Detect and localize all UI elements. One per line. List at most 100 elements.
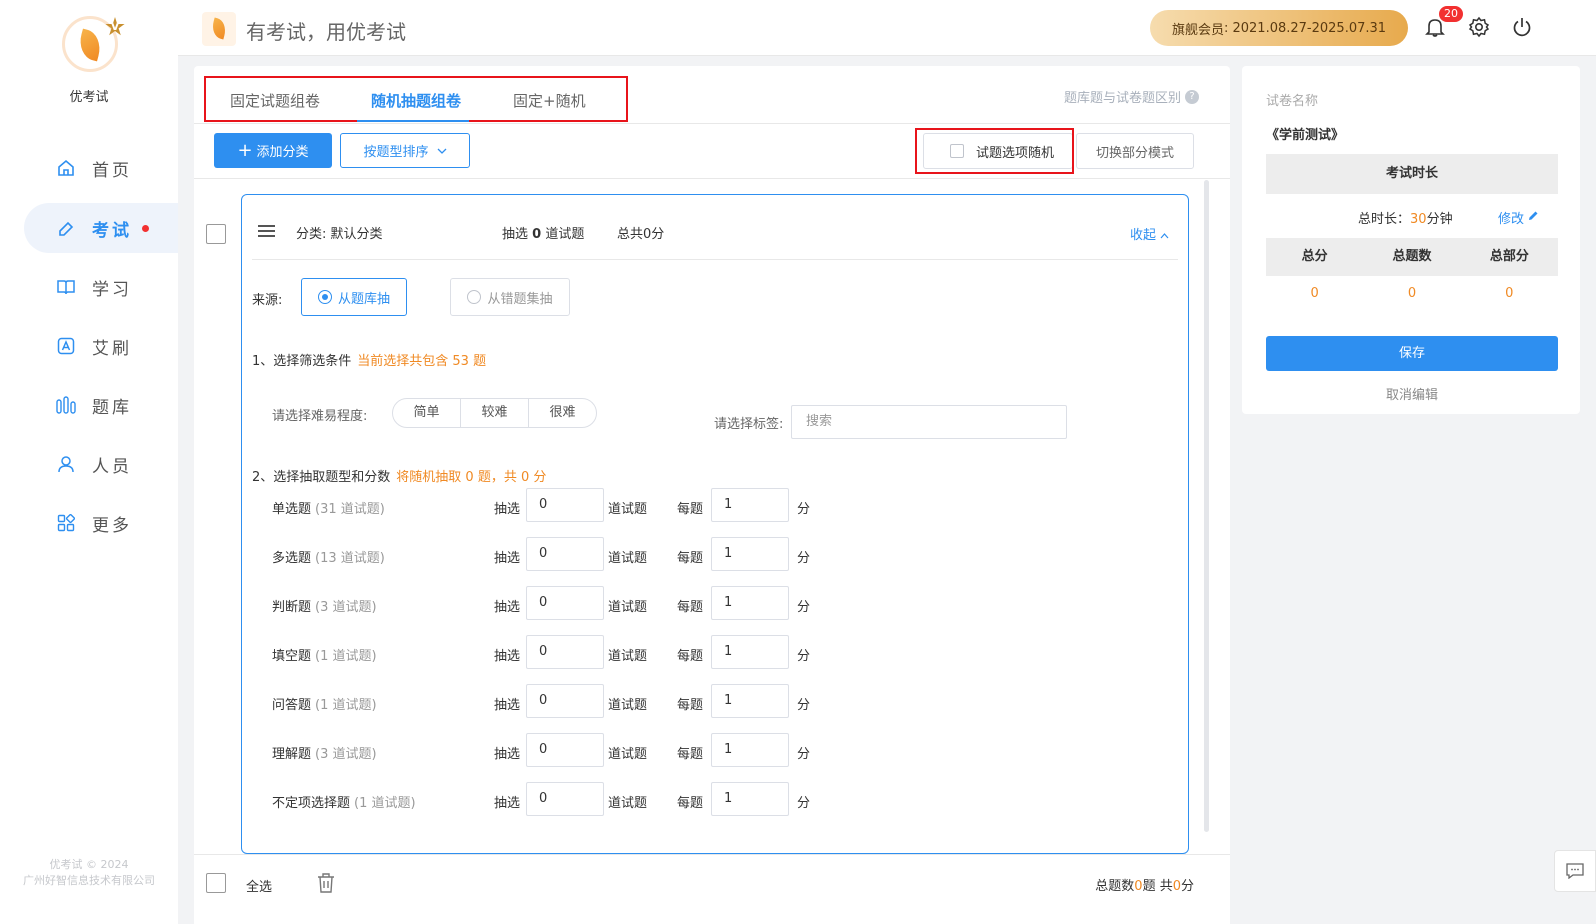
sidebar-item-exam[interactable]: 考试 [24, 203, 178, 253]
question-type-label: 填空题 [272, 649, 312, 664]
pick-count-input[interactable]: 0 [526, 635, 604, 669]
question-type-label: 问答题 [272, 698, 312, 713]
total-count: 0 [1134, 879, 1143, 894]
per-question-label: 每题 [677, 698, 704, 713]
tab-mixed[interactable]: 固定+随机 [513, 90, 586, 111]
trash-icon[interactable] [316, 872, 336, 894]
question-type-label: 不定项选择题 [272, 796, 351, 811]
brand-logo[interactable]: V [62, 16, 125, 72]
drag-handle-icon[interactable] [258, 225, 275, 237]
pick-unit-label: 道试题 [608, 502, 648, 517]
a-icon [56, 336, 76, 356]
sidebar-item-question-bank[interactable]: 题库 [24, 380, 178, 430]
duration-minutes: 30 [1410, 212, 1427, 227]
book-icon [56, 277, 76, 297]
scrollbar[interactable] [1204, 180, 1209, 832]
copyright-line: 优考试 © 2024 [49, 858, 129, 871]
sidebar-item-label: 人员 [92, 456, 132, 477]
category-label: 分类: 默认分类 [296, 223, 383, 242]
pick-label: 抽选 [494, 600, 521, 615]
tab-fixed[interactable]: 固定试题组卷 [230, 90, 320, 111]
sort-by-type-dropdown[interactable]: 按题型排序 [340, 133, 470, 168]
paper-name-label: 试卷名称 [1266, 94, 1319, 109]
company-name: 广州好智信息技术有限公司 [23, 874, 155, 887]
radio-checked-icon [317, 290, 332, 304]
duration-unit: 分钟 [1426, 212, 1453, 227]
pick-label: 抽选 [494, 796, 521, 811]
collapse-label: 收起 [1130, 228, 1157, 243]
gear-icon[interactable] [1468, 16, 1492, 40]
score-unit-label: 分 [797, 796, 811, 811]
score-unit-label: 分 [797, 600, 811, 615]
tag-search-input[interactable]: 搜索 [791, 405, 1067, 439]
stats-values: 0 0 0 [1266, 286, 1558, 310]
source-wrong-radio[interactable]: 从错题集抽 [450, 278, 570, 316]
bottom-bar: 全选 总题数0题 共0分 [194, 854, 1230, 924]
score-input[interactable]: 1 [711, 782, 789, 816]
pick-count-input[interactable]: 0 [526, 586, 604, 620]
question-type-count: (3 道试题) [315, 600, 377, 615]
power-icon[interactable] [1511, 16, 1535, 40]
add-category-label: 添加分类 [256, 145, 309, 160]
chat-icon[interactable] [1554, 850, 1596, 892]
filter-title: 1、选择筛选条件 [252, 354, 352, 369]
score-unit-label: 分 [797, 551, 811, 566]
sidebar-item-study[interactable]: 学习 [24, 262, 178, 312]
sidebar-item-home[interactable]: 首页 [24, 143, 178, 193]
sidebar-item-people[interactable]: 人员 [24, 439, 178, 489]
pick-count-input[interactable]: 0 [526, 733, 604, 767]
membership-badge[interactable]: 旗舰会员: 2021.08.27-2025.07.31 [1150, 10, 1408, 46]
radio-unchecked-icon [467, 290, 482, 304]
question-type-row: 多选题 (13 道试题) 抽选 0 道试题 每题 1 分 [242, 537, 1188, 573]
total-mid: 题 共 [1142, 879, 1173, 894]
question-type-name: 不定项选择题 (1 道试题) [272, 792, 416, 811]
diff-help-link[interactable]: 题库题与试卷题区别 ? [1064, 87, 1200, 106]
score-input[interactable]: 1 [711, 635, 789, 669]
pick-count-input[interactable]: 0 [526, 684, 604, 718]
score-input[interactable]: 1 [711, 586, 789, 620]
pick-hint: 将随机抽取 0 题，共 0 分 [396, 470, 547, 485]
question-type-count: (3 道试题) [315, 747, 377, 762]
difficulty-medium[interactable]: 较难 [461, 399, 529, 427]
score-input[interactable]: 1 [711, 488, 789, 522]
question-type-row: 判断题 (3 道试题) 抽选 0 道试题 每题 1 分 [242, 586, 1188, 622]
question-type-label: 判断题 [272, 600, 312, 615]
edit-duration-link[interactable]: 修改 [1498, 208, 1539, 227]
per-question-label: 每题 [677, 796, 704, 811]
stats-header: 总分 总题数 总部分 [1266, 238, 1558, 276]
cancel-edit-button[interactable]: 取消编辑 [1266, 384, 1558, 403]
vip-crown-icon: V [105, 17, 125, 36]
pick-count: 0 [532, 227, 542, 242]
chevron-up-icon [1160, 228, 1169, 243]
source-bank-label: 从题库抽 [337, 291, 390, 307]
score-input[interactable]: 1 [711, 537, 789, 571]
difficulty-easy[interactable]: 简单 [393, 399, 461, 427]
difficulty-hard[interactable]: 很难 [529, 399, 596, 427]
score-unit-label: 分 [797, 502, 811, 517]
sidebar-item-aishua[interactable]: 艾刷 [24, 321, 178, 371]
switch-mode-button[interactable]: 切换部分模式 [1076, 133, 1194, 169]
source-bank-radio[interactable]: 从题库抽 [301, 278, 407, 316]
pick-count-input[interactable]: 0 [526, 488, 604, 522]
category-select-checkbox[interactable] [206, 224, 226, 244]
stat-total-score: 0 [1310, 286, 1319, 301]
divider [252, 259, 1178, 260]
score-input[interactable]: 1 [711, 684, 789, 718]
sidebar-item-more[interactable]: 更多 [24, 498, 178, 548]
score-input[interactable]: 1 [711, 733, 789, 767]
pick-count-input[interactable]: 0 [526, 782, 604, 816]
paper-name: 《学前测试》 [1266, 128, 1345, 143]
collapse-button[interactable]: 收起 [1130, 224, 1169, 243]
add-category-button[interactable]: + 添加分类 [214, 133, 332, 168]
pick-unit-label: 道试题 [608, 796, 648, 811]
tab-random[interactable]: 随机抽题组卷 [371, 90, 461, 111]
select-all-label[interactable]: 全选 [246, 876, 272, 895]
select-all-checkbox[interactable] [206, 873, 226, 893]
pick-unit-label: 道试题 [608, 649, 648, 664]
slogan: 有考试，用优考试 [246, 20, 406, 44]
pick-count-input[interactable]: 0 [526, 537, 604, 571]
save-button[interactable]: 保存 [1266, 336, 1558, 371]
user-icon [56, 454, 76, 474]
duration-header: 考试时长 [1266, 154, 1558, 194]
plus-icon: + [237, 139, 253, 161]
